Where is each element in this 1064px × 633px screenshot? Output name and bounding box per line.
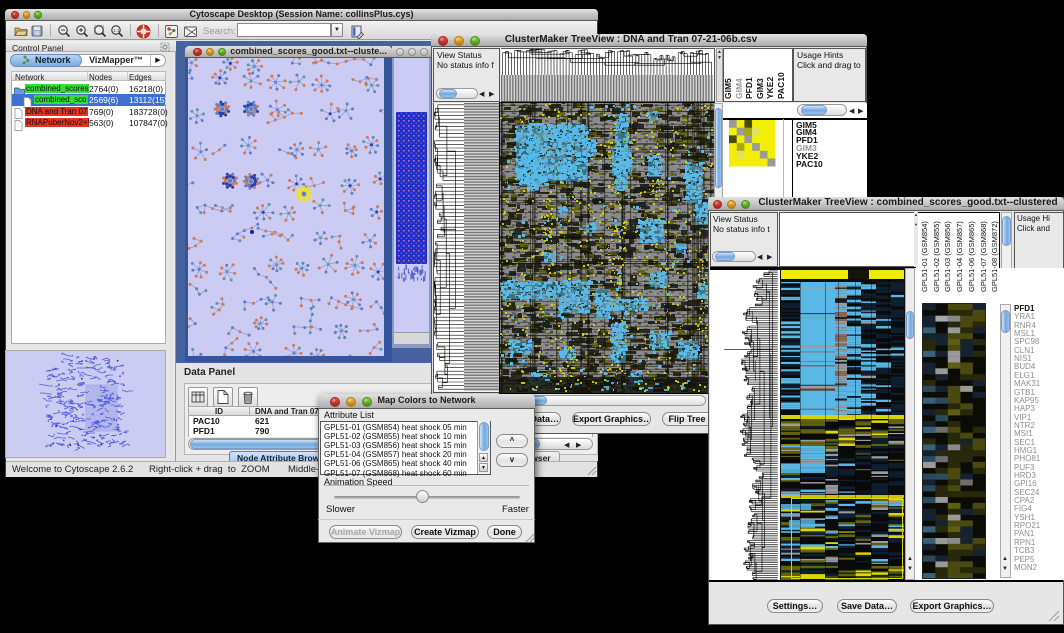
svg-text:1:1: 1:1 bbox=[113, 28, 120, 33]
